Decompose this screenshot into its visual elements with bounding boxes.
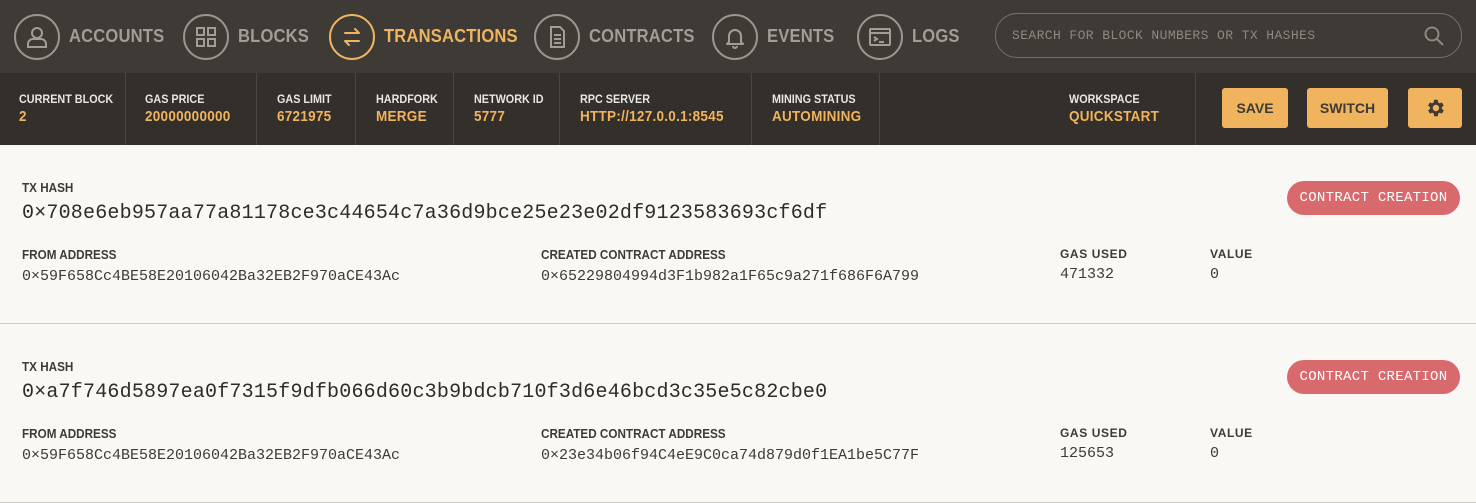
gear-icon — [1428, 99, 1444, 117]
top-navigation: ACCOUNTS BLOCKS TRANSACTIONS CONTRACTS E… — [0, 0, 1476, 73]
from-address-label: FROM ADDRESS — [22, 247, 117, 262]
gas-used-label: GAS USED — [1060, 426, 1128, 440]
gas-used-value: 125653 — [1060, 445, 1115, 462]
stat-value: 5777 — [474, 108, 506, 125]
transaction-card[interactable]: TX HASH 0×708e6eb957aa77a81178ce3c44654c… — [0, 145, 1476, 324]
stat-value: HTTP://127.0.0.1:8545 — [580, 108, 724, 125]
stat-value: QUICKSTART — [1069, 108, 1160, 125]
created-contract-value: 0×65229804994d3F1b982a1F65c9a271f686F6A7… — [541, 268, 920, 285]
nav-logs-label: LOGS — [912, 26, 960, 46]
transaction-card[interactable]: TX HASH 0×a7f746d5897ea0f7315f9dfb066d60… — [0, 324, 1476, 503]
tx-hash: 0×708e6eb957aa77a81178ce3c44654c7a36d9bc… — [22, 202, 828, 225]
search-box — [995, 13, 1462, 58]
contract-creation-badge: CONTRACT CREATION — [1287, 360, 1460, 394]
search-icon[interactable] — [1423, 25, 1445, 47]
from-address-label: FROM ADDRESS — [22, 426, 117, 441]
gas-used-label: GAS USED — [1060, 247, 1128, 261]
stat-label: WORKSPACE — [1069, 92, 1140, 106]
nav-blocks[interactable]: BLOCKS — [183, 0, 315, 73]
save-button[interactable]: SAVE — [1222, 88, 1288, 128]
nav-events[interactable]: EVENTS — [712, 0, 840, 73]
created-contract-label: CREATED CONTRACT ADDRESS — [541, 247, 726, 262]
gas-used-value: 471332 — [1060, 266, 1115, 283]
blocks-icon — [183, 13, 229, 60]
transactions-icon — [329, 13, 375, 60]
stat-label: MINING STATUS — [772, 92, 856, 106]
value-value: 0 — [1210, 266, 1220, 283]
stat-value: 6721975 — [277, 108, 332, 125]
tx-hash-label: TX HASH — [22, 180, 74, 195]
tx-hash: 0×a7f746d5897ea0f7315f9dfb066d60c3b9bdcb… — [22, 381, 828, 404]
nav-accounts[interactable]: ACCOUNTS — [14, 0, 173, 73]
stat-rpc-server: RPC SERVER HTTP://127.0.0.1:8545 — [580, 73, 752, 145]
stat-label: NETWORK ID — [474, 92, 544, 106]
stat-hardfork: HARDFORK MERGE — [376, 73, 454, 145]
stat-label: HARDFORK — [376, 92, 438, 106]
nav-transactions-label: TRANSACTIONS — [384, 26, 518, 46]
nav-logs[interactable]: LOGS — [857, 0, 964, 73]
settings-button[interactable] — [1408, 88, 1462, 128]
stat-value: 20000000000 — [145, 108, 231, 125]
created-contract-value: 0×23e34b06f94C4eE9C0ca74d879d0f1EA1be5C7… — [541, 447, 920, 464]
stat-value: MERGE — [376, 108, 427, 125]
from-address-value: 0×59F658Cc4BE58E20106042Ba32EB2F970aCE43… — [22, 447, 401, 464]
search-input[interactable] — [1012, 28, 1423, 43]
account-icon — [14, 13, 60, 60]
nav-contracts[interactable]: CONTRACTS — [534, 0, 704, 73]
stat-label: GAS LIMIT — [277, 92, 332, 106]
tx-hash-label: TX HASH — [22, 359, 74, 374]
value-label: VALUE — [1210, 426, 1253, 440]
created-contract-label: CREATED CONTRACT ADDRESS — [541, 426, 726, 441]
nav-contracts-label: CONTRACTS — [589, 26, 695, 46]
stat-label: RPC SERVER — [580, 92, 651, 106]
stat-mining-status: MINING STATUS AUTOMINING — [772, 73, 880, 145]
stat-gas-limit: GAS LIMIT 6721975 — [277, 73, 356, 145]
stat-label: CURRENT BLOCK — [19, 92, 114, 106]
stat-current-block: CURRENT BLOCK 2 — [19, 73, 126, 145]
bell-icon — [712, 13, 758, 60]
switch-button[interactable]: SWITCH — [1307, 88, 1388, 128]
nav-transactions[interactable]: TRANSACTIONS — [329, 0, 529, 73]
from-address-value: 0×59F658Cc4BE58E20106042Ba32EB2F970aCE43… — [22, 268, 401, 285]
stat-label: GAS PRICE — [145, 92, 205, 106]
contract-creation-badge: CONTRACT CREATION — [1287, 181, 1460, 215]
value-label: VALUE — [1210, 247, 1253, 261]
stat-gas-price: GAS PRICE 20000000000 — [145, 73, 257, 145]
value-value: 0 — [1210, 445, 1220, 462]
terminal-icon — [857, 13, 903, 60]
contracts-icon — [534, 13, 580, 60]
stat-value: AUTOMINING — [772, 108, 862, 125]
stat-value: 2 — [19, 108, 27, 125]
stat-network-id: NETWORK ID 5777 — [474, 73, 560, 145]
nav-blocks-label: BLOCKS — [238, 26, 310, 46]
nav-events-label: EVENTS — [767, 26, 835, 46]
nav-accounts-label: ACCOUNTS — [69, 26, 165, 46]
stat-workspace: WORKSPACE QUICKSTART — [1069, 73, 1196, 145]
